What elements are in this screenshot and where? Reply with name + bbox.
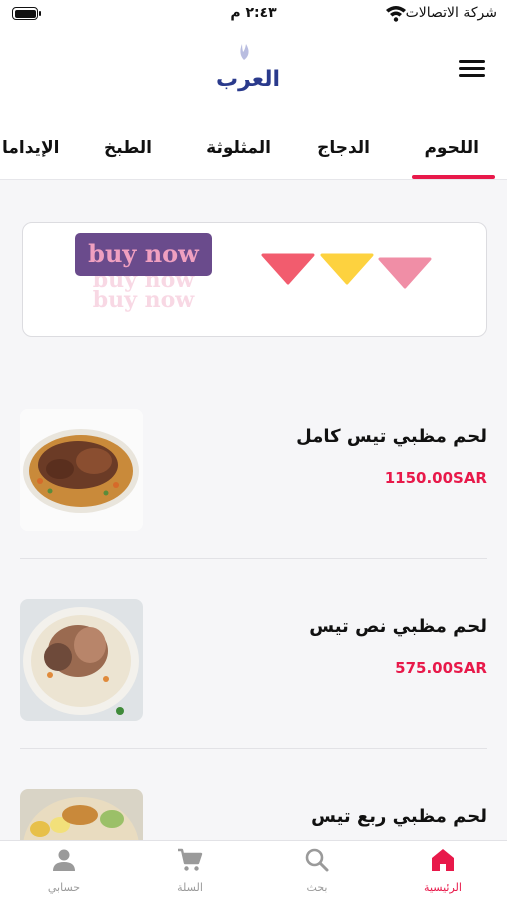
nav-home[interactable]: الرئيسية: [398, 847, 488, 894]
menu-icon: [459, 60, 485, 63]
triangle-icon: [261, 253, 315, 285]
nav-label: بحث: [306, 881, 328, 894]
nav-search[interactable]: بحث: [272, 847, 362, 894]
triangle-icon: [378, 257, 432, 289]
nav-label: حسابي: [47, 881, 81, 894]
product-image[interactable]: [20, 599, 143, 721]
person-icon: [53, 849, 75, 871]
tab-meat[interactable]: اللحوم: [424, 138, 479, 158]
app-logo[interactable]: العرب: [208, 40, 288, 92]
product-image[interactable]: [20, 409, 143, 531]
carrier-name: شركة الاتصالات: [405, 5, 497, 21]
tab-mathloutha[interactable]: المثلوثة: [206, 138, 271, 158]
wifi-icon: [386, 6, 406, 22]
product-card[interactable]: لحم مظبي نص تيس 575.00SAR: [20, 599, 487, 734]
product-price: 575.00SAR: [395, 659, 487, 677]
category-tabs: اللحوم الدجاج المثلوثة الطبخ الإيداما: [0, 120, 507, 180]
tab-chicken[interactable]: الدجاج: [317, 138, 370, 158]
logo-text: العرب: [216, 67, 280, 92]
status-bar: ٢:٤٣ م شركة الاتصالات: [0, 0, 507, 30]
divider: [20, 748, 487, 749]
nav-label: السلة: [177, 881, 203, 894]
banner-echo-text: buy now: [92, 287, 195, 313]
nav-label: الرئيسية: [424, 881, 462, 894]
buy-now-button[interactable]: buy now: [75, 233, 212, 276]
bottom-navigation: الرئيسية بحث السلة حسابي: [0, 840, 507, 900]
home-icon: [432, 849, 454, 871]
product-title: لحم مظبي نص تيس: [309, 616, 487, 637]
cart-icon: [178, 848, 203, 871]
product-card[interactable]: لحم مظبي تيس كامل 1150.00SAR: [20, 409, 487, 544]
search-icon: [305, 848, 329, 872]
app-header: العرب: [0, 30, 507, 120]
product-image[interactable]: [20, 789, 143, 840]
active-tab-indicator: [412, 175, 495, 179]
product-card[interactable]: لحم مظبي ربع تيس: [20, 789, 487, 840]
promo-banner[interactable]: buy now buy now buy now: [22, 222, 487, 337]
divider: [20, 558, 487, 559]
product-title: لحم مظبي تيس كامل: [296, 426, 487, 447]
product-title: لحم مظبي ربع تيس: [311, 806, 487, 827]
nav-account[interactable]: حسابي: [19, 847, 109, 894]
tab-idama[interactable]: الإيداما: [2, 138, 59, 158]
product-price: 1150.00SAR: [384, 469, 487, 487]
nav-cart[interactable]: السلة: [145, 847, 235, 894]
menu-button[interactable]: [459, 60, 485, 82]
triangle-icon: [320, 253, 374, 285]
tab-cooking[interactable]: الطبخ: [104, 138, 152, 158]
